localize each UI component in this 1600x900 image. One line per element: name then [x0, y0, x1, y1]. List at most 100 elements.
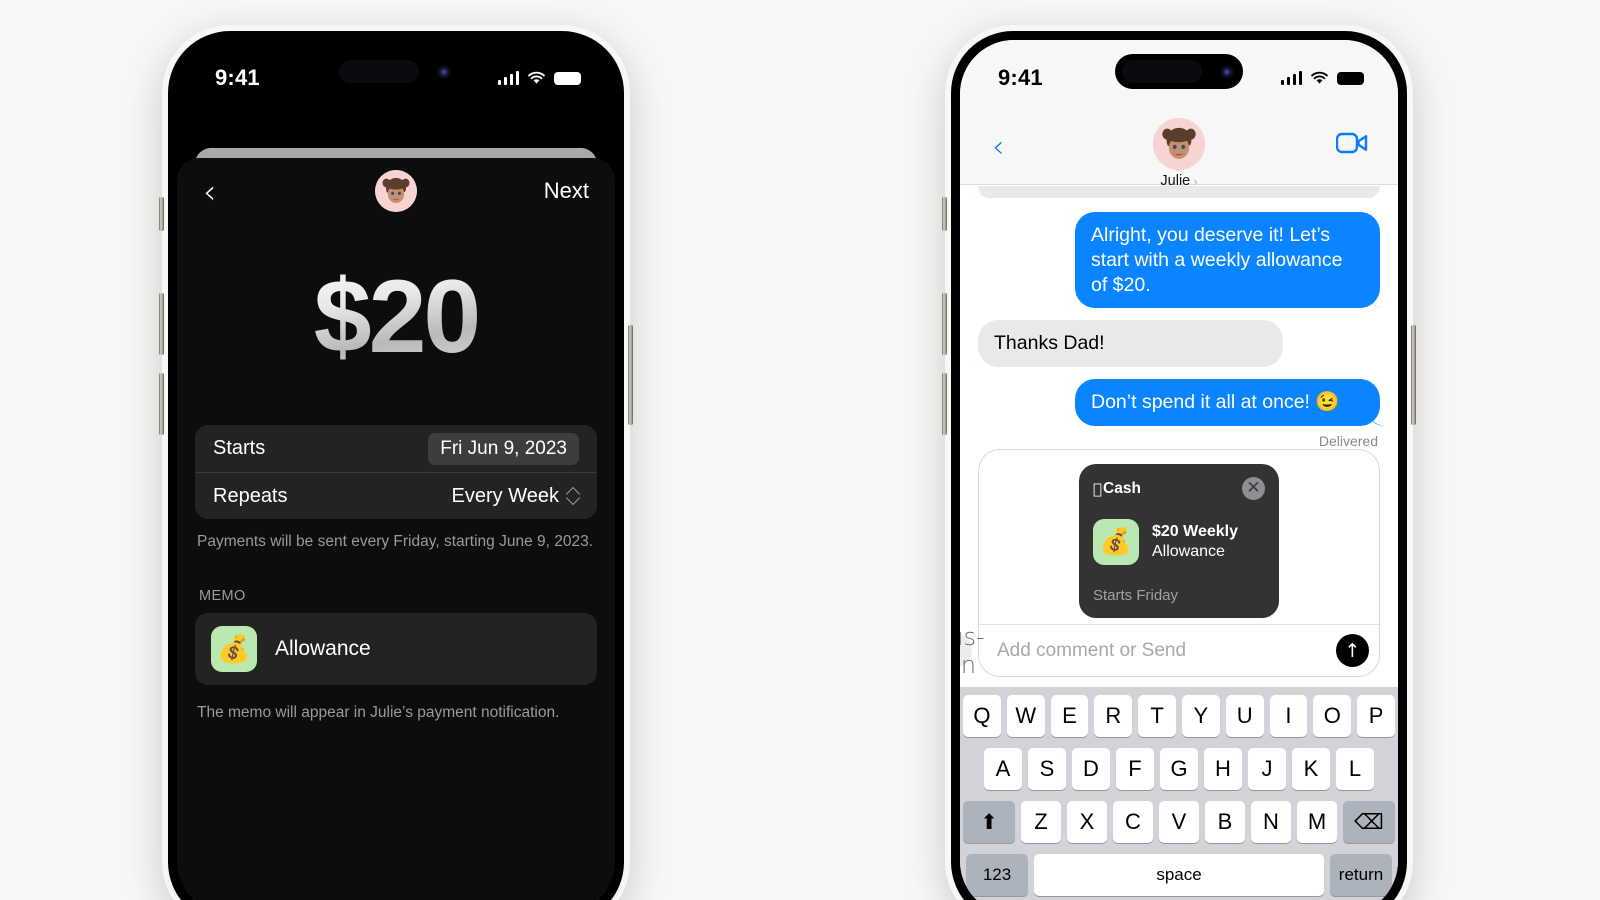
dynamic-island — [332, 54, 460, 89]
row-starts[interactable]: Starts Fri Jun 9, 2023 — [195, 425, 597, 472]
key-M[interactable]: M — [1297, 801, 1337, 843]
key-C[interactable]: C — [1113, 801, 1153, 843]
contact-name: Julie — [1160, 173, 1191, 189]
row-repeats[interactable]: Repeats Every Week — [195, 472, 597, 519]
left-phone-device: 9:41 ‹ Next $20 Starts Fri Jun 9, 2023 R… — [159, 25, 633, 900]
front-camera-icon — [1220, 64, 1234, 79]
cellular-bars-icon — [1280, 71, 1302, 85]
cash-brand-label: Cash — [1094, 479, 1141, 497]
key-F[interactable]: F — [1116, 748, 1154, 790]
key-S[interactable]: S — [1028, 748, 1066, 790]
cash-card-body: 💰 $20 Weekly Allowance — [1093, 519, 1265, 565]
space-key[interactable]: space — [1034, 854, 1324, 896]
delivery-status: Delivered — [1318, 432, 1378, 449]
composer: plus-icon Cash ✕ 💰 $ — [960, 449, 1380, 679]
contact-avatar[interactable] — [1153, 118, 1205, 170]
onscreen-keyboard[interactable]: Q W E R T Y U I O P A S D F G H J K L ⬆ … — [960, 687, 1398, 900]
volume-down-button-right[interactable] — [942, 373, 947, 435]
schedule-footnote: Payments will be sent every Friday, star… — [197, 533, 594, 550]
apple-cash-logo: Cash — [1093, 480, 1141, 498]
recipient-avatar[interactable] — [375, 170, 417, 212]
arrow-up-icon[interactable]: ↑ — [1336, 634, 1369, 667]
key-B[interactable]: B — [1205, 801, 1245, 843]
chevron-left-icon[interactable]: ‹ — [992, 132, 1004, 163]
key-R[interactable]: R — [1094, 695, 1133, 737]
power-button[interactable] — [628, 325, 633, 425]
key-T[interactable]: T — [1138, 695, 1176, 737]
conversation-header[interactable]: Julie › — [1153, 118, 1205, 189]
row-repeats-label: Repeats — [213, 484, 288, 507]
key-P[interactable]: P — [1357, 695, 1395, 737]
key-V[interactable]: V — [1159, 801, 1199, 843]
key-X[interactable]: X — [1067, 801, 1107, 843]
key-I[interactable]: I — [1269, 695, 1308, 737]
key-Y[interactable]: Y — [1182, 695, 1220, 737]
apple-cash-attachment-card[interactable]: Cash ✕ 💰 $20 Weekly Allowance — [1079, 464, 1279, 618]
message-bubble-outgoing[interactable]: Alright, you deserve it! Let’s start wit… — [1075, 212, 1380, 309]
battery-icon — [1337, 71, 1364, 85]
key-O[interactable]: O — [1313, 695, 1352, 737]
key-J[interactable]: J — [1248, 748, 1286, 790]
battery-icon — [554, 71, 581, 85]
key-D[interactable]: D — [1072, 748, 1110, 790]
comment-input-row[interactable]: Add comment or Send ↑ — [979, 624, 1379, 676]
backspace-key[interactable]: ⌫ — [1343, 801, 1395, 843]
apple-cash-sheet: ‹ Next $20 Starts Fri Jun 9, 2023 Repeat… — [177, 158, 615, 900]
memo-text[interactable]: Allowance — [275, 637, 371, 661]
return-key[interactable]: return — [1330, 854, 1392, 896]
plus-icon[interactable]: plus-icon — [960, 623, 985, 679]
key-G[interactable]: G — [1160, 748, 1198, 790]
left-phone-screen: 9:41 ‹ Next $20 Starts Fri Jun 9, 2023 R… — [177, 40, 615, 900]
volume-up-button[interactable] — [159, 293, 164, 355]
key-E[interactable]: E — [1050, 695, 1089, 737]
key-Q[interactable]: Q — [963, 695, 1001, 737]
memo-section-label: MEMO — [199, 587, 246, 604]
numbers-key[interactable]: 123 — [966, 854, 1028, 896]
cash-title-line2: Allowance — [1152, 543, 1225, 560]
money-bag-emoji-icon: 💰 — [1093, 519, 1139, 565]
key-K[interactable]: K — [1292, 748, 1330, 790]
dynamic-island-right — [1115, 54, 1243, 89]
starts-date-value[interactable]: Fri Jun 9, 2023 — [428, 432, 579, 465]
key-L[interactable]: L — [1336, 748, 1374, 790]
cash-title-line1: $20 Weekly — [1152, 523, 1238, 540]
cellular-bars-icon — [497, 71, 519, 85]
next-button[interactable]: Next — [544, 178, 589, 204]
composer-area: plus-icon Cash ✕ 💰 $ — [960, 449, 1398, 687]
repeats-value[interactable]: Every Week — [452, 485, 559, 508]
apple-logo-icon:  — [1093, 480, 1102, 498]
contact-name-row[interactable]: Julie › — [1160, 173, 1197, 189]
silent-switch-right[interactable] — [942, 197, 947, 231]
key-U[interactable]: U — [1225, 695, 1264, 737]
comment-input-placeholder[interactable]: Add comment or Send — [997, 640, 1186, 662]
memo-card[interactable]: 💰 Allowance — [195, 612, 597, 685]
memo-footnote: The memo will appear in Julie’s payment … — [197, 703, 560, 721]
right-phone-screen: 9:41 ‹ Julie › Alright, you deserve it! … — [960, 40, 1398, 900]
right-phone-device: 9:41 ‹ Julie › Alright, you deserve it! … — [942, 25, 1416, 900]
message-bubble-outgoing[interactable]: Don’t spend it all at once! 😉 — [1075, 379, 1380, 426]
sheet-nav-bar: ‹ Next — [177, 158, 615, 224]
cash-card-footer: Starts Friday — [1093, 587, 1179, 604]
key-A[interactable]: A — [984, 748, 1022, 790]
row-starts-value-wrap: Fri Jun 9, 2023 — [428, 432, 579, 465]
key-N[interactable]: N — [1251, 801, 1291, 843]
chevron-up-down-icon[interactable] — [567, 488, 579, 504]
key-H[interactable]: H — [1204, 748, 1242, 790]
chevron-right-icon: › — [1193, 173, 1198, 189]
money-bag-emoji-icon: 💰 — [211, 625, 257, 672]
shift-key[interactable]: ⬆ — [963, 801, 1015, 843]
message-bubble-incoming[interactable]: Thanks Dad! — [978, 320, 1283, 367]
row-repeats-value-wrap: Every Week — [452, 485, 579, 508]
silent-switch[interactable] — [159, 197, 164, 231]
volume-down-button[interactable] — [159, 373, 164, 435]
right-phone-bezel: 9:41 ‹ Julie › Alright, you deserve it! … — [951, 31, 1407, 900]
power-button-right[interactable] — [1411, 325, 1416, 425]
video-camera-icon[interactable] — [1335, 132, 1368, 159]
wifi-icon — [527, 71, 546, 85]
chevron-left-icon[interactable]: ‹ — [203, 175, 216, 208]
volume-up-button-right[interactable] — [942, 293, 947, 355]
key-W[interactable]: W — [1006, 695, 1045, 737]
key-Z[interactable]: Z — [1021, 801, 1061, 843]
status-indicators-right — [1280, 71, 1364, 85]
close-circle-icon[interactable]: ✕ — [1242, 477, 1265, 500]
